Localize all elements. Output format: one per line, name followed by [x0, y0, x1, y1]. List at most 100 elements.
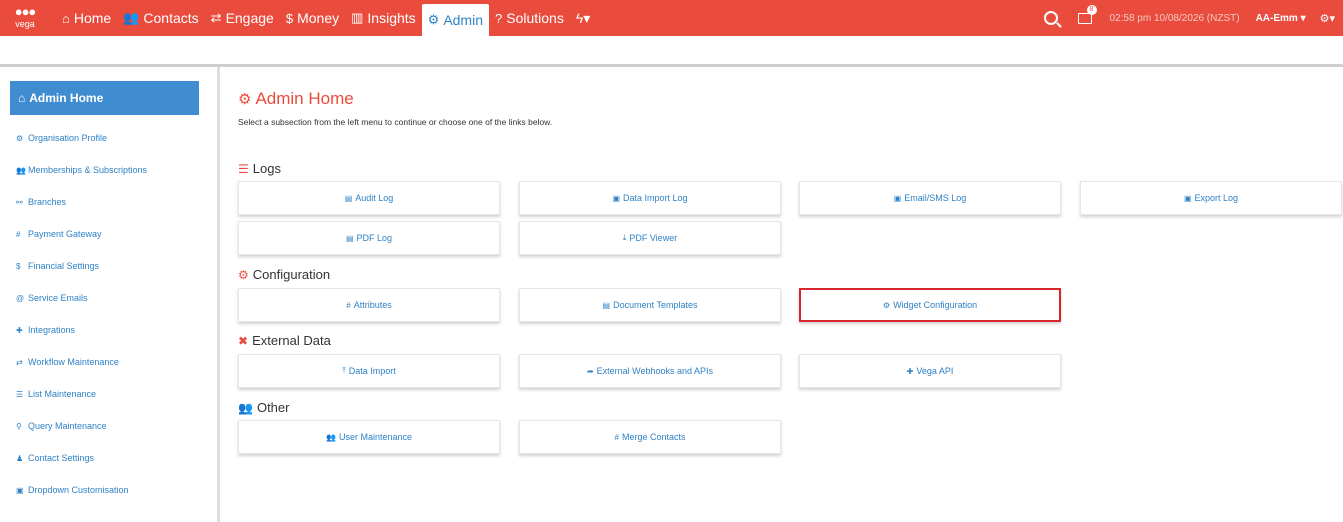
section-other-heading: 👥 Other — [238, 400, 289, 415]
nav-admin[interactable]: ⚙ Admin — [421, 4, 489, 36]
sidebar-item-payment-gateway[interactable]: # Payment Gateway — [16, 218, 147, 250]
sidebar-item-query-maintenance[interactable]: ⚲ Query Maintenance — [16, 410, 147, 442]
button-label: PDF Log — [356, 233, 393, 243]
vega-logo[interactable]: ●●● vega — [12, 4, 38, 32]
button-label: Document Templates — [613, 300, 698, 310]
vega-api-button[interactable]: ✚ Vega API — [799, 354, 1061, 388]
nav-money-label: Money — [297, 10, 340, 26]
sidebar-menu: ⚙ Organisation Profile 👥 Memberships & S… — [16, 122, 147, 506]
puzzle-icon: ✚ — [906, 366, 914, 376]
file-text-icon: ▤ — [602, 300, 611, 310]
nav-engage[interactable]: ⇄ Engage — [205, 0, 280, 36]
button-label: Export Log — [1194, 193, 1239, 203]
sidebar-item-workflow-maintenance[interactable]: ⇄ Workflow Maintenance — [16, 346, 147, 378]
exchange-icon: ⇄ — [16, 357, 23, 367]
gear-icon: ⚙ — [16, 133, 24, 143]
sidebar-item-integrations[interactable]: ✚ Integrations — [16, 314, 147, 346]
mail-icon[interactable]: 8 — [1077, 4, 1097, 24]
nav-home[interactable]: ⌂ Home — [56, 0, 117, 36]
button-label: Data Import — [348, 366, 396, 376]
nav-solutions[interactable]: ? Solutions — [489, 0, 570, 36]
mail-count-badge: 8 — [1086, 4, 1097, 15]
button-label: Widget Configuration — [893, 300, 978, 310]
expand-arrows-icon: ✖ — [238, 333, 249, 348]
document-templates-button[interactable]: ▤ Document Templates — [519, 288, 781, 322]
sidebar-item-financial-settings[interactable]: $ Financial Settings — [16, 250, 147, 282]
sidebar-admin-home[interactable]: ⌂ Admin Home — [10, 81, 199, 115]
audit-log-button[interactable]: ▤ Audit Log — [238, 181, 500, 215]
search-icon: ⚲ — [16, 421, 22, 431]
nav-bolt-menu[interactable]: ϟ▾ — [570, 0, 596, 36]
sidebar-item-label: Workflow Maintenance — [28, 357, 119, 367]
nav-solutions-label: Solutions — [506, 10, 564, 26]
search-icon[interactable] — [1043, 11, 1058, 25]
section-logs-heading: ☰ Logs — [238, 161, 281, 176]
list-icon: ☰ — [238, 161, 249, 176]
bolt-dropdown-icon: ϟ▾ — [575, 9, 591, 26]
export-log-button[interactable]: ▣ Export Log — [1080, 181, 1342, 215]
page-title: ⚙ Admin Home — [238, 89, 354, 109]
section-title: Configuration — [252, 267, 331, 282]
page-title-text: Admin Home — [255, 89, 354, 108]
exchange-icon: ⇄ — [210, 10, 222, 25]
header-tools: 8 02:58 pm 10/08/2026 (NZST) AA-Emm ▾ ⚙▾ — [1043, 0, 1343, 36]
button-label: Vega API — [916, 366, 954, 376]
sidebar-item-label: Financial Settings — [28, 261, 100, 271]
cogs-icon: ⚙ — [238, 91, 252, 108]
nav-money[interactable]: $ Money — [280, 0, 345, 36]
sidebar-item-memberships[interactable]: 👥 Memberships & Subscriptions — [16, 154, 147, 186]
sidebar-item-list-maintenance[interactable]: ☰ List Maintenance — [16, 378, 147, 410]
button-label: Audit Log — [355, 193, 394, 203]
logo-people-icon: ●●● — [14, 4, 37, 19]
settings-gear-icon[interactable]: ⚙▾ — [1320, 12, 1335, 25]
hash-icon: # — [346, 300, 351, 310]
section-title: Logs — [252, 161, 281, 176]
sidebar-item-service-emails[interactable]: @ Service Emails — [16, 282, 147, 314]
sidebar-item-contact-settings[interactable]: ♟ Contact Settings — [16, 442, 147, 474]
user-maintenance-button[interactable]: 👥 User Maintenance — [238, 420, 500, 454]
attributes-button[interactable]: # Attributes — [238, 288, 500, 322]
section-external-data-heading: ✖ External Data — [238, 333, 331, 348]
button-label: PDF Viewer — [629, 233, 678, 243]
users-icon: 👥 — [238, 400, 253, 415]
pdf-log-button[interactable]: ▤ PDF Log — [238, 221, 500, 255]
clock-text: 02:58 pm 10/08/2026 (NZST) — [1109, 12, 1240, 24]
logo-text: vega — [15, 19, 35, 29]
section-configuration-heading: ⚙ Configuration — [238, 267, 330, 282]
sidebar-item-label: Payment Gateway — [28, 229, 102, 239]
sidebar-item-dropdown-customisation[interactable]: ▣ Dropdown Customisation — [16, 474, 147, 506]
question-icon: ? — [495, 10, 503, 26]
nav-insights[interactable]: ▥ Insights — [345, 0, 422, 36]
upload-icon: ⤒ — [342, 366, 346, 375]
sidebar-item-label: List Maintenance — [28, 389, 97, 399]
sidebar-item-organisation-profile[interactable]: ⚙ Organisation Profile — [16, 122, 147, 154]
nav-contacts[interactable]: 👥 Contacts — [117, 0, 204, 36]
file-text-icon: ▤ — [344, 193, 353, 203]
sidebar-item-branches[interactable]: ⚯ Branches — [16, 186, 147, 218]
users-icon: 👥 — [16, 165, 26, 175]
inbox-icon: ▣ — [893, 193, 902, 203]
link-icon: ⚯ — [16, 197, 23, 207]
merge-contacts-button[interactable]: # Merge Contacts — [519, 420, 781, 454]
user-icon: ♟ — [16, 453, 24, 463]
pdf-viewer-button[interactable]: ⤓ PDF Viewer — [519, 221, 781, 255]
top-navbar: ●●● vega ⌂ Home 👥 Contacts ⇄ Engage $ Mo… — [0, 0, 1343, 36]
data-import-log-button[interactable]: ▣ Data Import Log — [519, 181, 781, 215]
user-menu[interactable]: AA-Emm ▾ — [1256, 13, 1306, 24]
email-sms-log-button[interactable]: ▣ Email/SMS Log — [799, 181, 1061, 215]
nav-contacts-label: Contacts — [143, 10, 199, 26]
sidebar-item-label: Dropdown Customisation — [28, 485, 129, 495]
button-label: Email/SMS Log — [904, 193, 967, 203]
section-title: Other — [256, 400, 290, 415]
inbox-icon: ▣ — [1183, 193, 1192, 203]
data-import-button[interactable]: ⤒ Data Import — [238, 354, 500, 388]
users-icon: 👥 — [123, 10, 140, 25]
widget-configuration-button[interactable]: ⚙ Widget Configuration — [799, 288, 1061, 322]
puzzle-icon: ✚ — [16, 325, 23, 335]
external-webhooks-button[interactable]: ➦ External Webhooks and APIs — [519, 354, 781, 388]
dollar-icon: $ — [285, 10, 294, 26]
sidebar-item-label: Query Maintenance — [28, 421, 107, 431]
sidebar-item-label: Service Emails — [28, 293, 88, 303]
nav-home-label: Home — [73, 10, 112, 26]
share-icon: ➦ — [586, 366, 594, 376]
